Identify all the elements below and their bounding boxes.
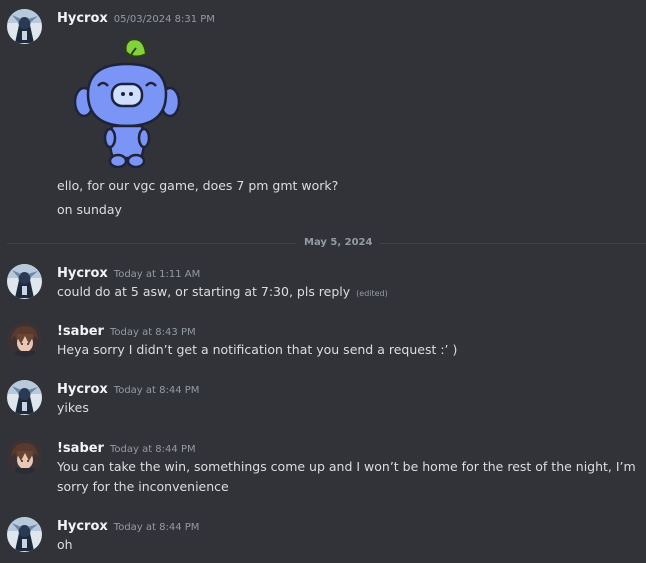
message-text: on sunday [57,202,122,217]
username[interactable]: Hycrox [57,266,108,281]
message-header: Hycrox 05/03/2024 8:31 PM [57,9,215,26]
message-content: could do at 5 asw, or starting at 7:30, … [57,282,637,304]
message-header: !saber Today at 8:44 PM [57,439,196,456]
username[interactable]: !saber [57,324,104,339]
avatar-hycrox[interactable] [7,380,42,415]
message-text: yikes [57,400,89,415]
username[interactable]: Hycrox [57,11,108,26]
message-header: Hycrox Today at 8:44 PM [57,380,200,397]
avatar-hycrox[interactable] [7,264,42,299]
avatar-saber[interactable] [7,322,42,357]
avatar-hycrox[interactable] [7,517,42,552]
wumpus-leaf-sticker[interactable] [73,34,184,174]
avatar-hycrox[interactable] [7,9,42,44]
edited-label: (edited) [356,289,388,298]
timestamp: 05/03/2024 8:31 PM [113,14,215,25]
timestamp: Today at 1:11 AM [113,269,201,280]
timestamp: Today at 8:44 PM [113,522,200,533]
timestamp: Today at 8:43 PM [109,327,196,338]
message-text: You can take the win, somethings come up… [57,459,636,494]
timestamp: Today at 8:44 PM [109,444,196,455]
message-text: oh [57,537,73,552]
message-header: Hycrox Today at 1:11 AM [57,264,201,281]
chat-messages: Hycrox 05/03/2024 8:31 PM ello, for our … [0,0,646,563]
username[interactable]: Hycrox [57,519,108,534]
username[interactable]: !saber [57,441,104,456]
message-text: could do at 5 asw, or starting at 7:30, … [57,284,351,299]
message-text: Heya sorry I didn’t get a notification t… [57,342,458,357]
username[interactable]: Hycrox [57,382,108,397]
date-divider-label: May 5, 2024 [296,236,381,250]
timestamp: Today at 8:44 PM [113,385,200,396]
message-header: Hycrox Today at 8:44 PM [57,517,200,534]
message-header: !saber Today at 8:43 PM [57,322,196,339]
message-text: ello, for our vgc game, does 7 pm gmt wo… [57,178,339,193]
avatar-saber[interactable] [7,439,42,474]
